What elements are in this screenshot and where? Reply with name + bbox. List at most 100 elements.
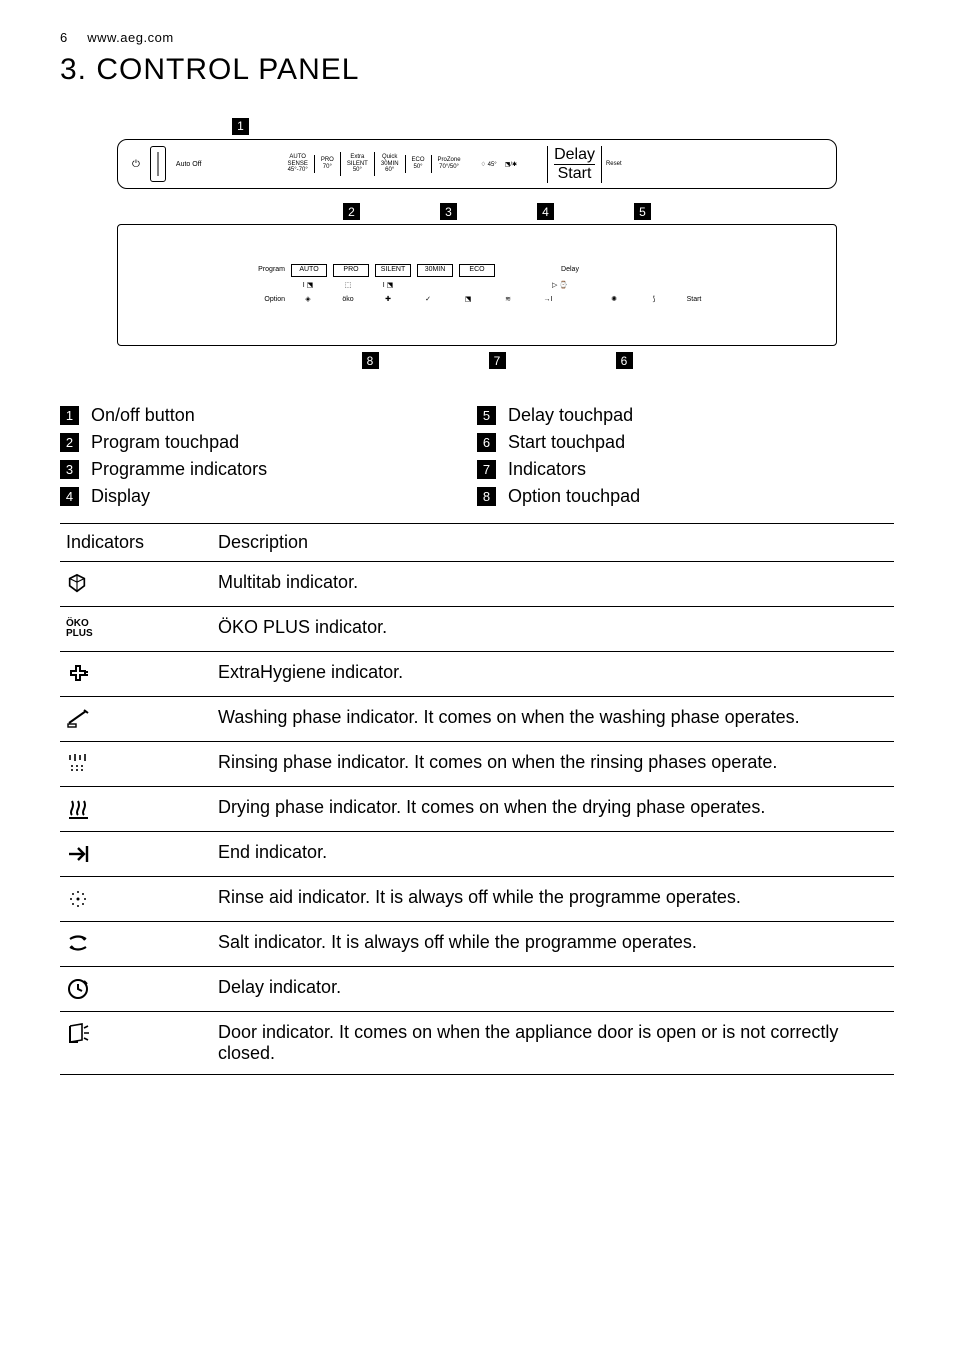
program-cell: PRO70° — [314, 155, 340, 172]
indicator-desc-cell: Washing phase indicator. It comes on whe… — [212, 697, 894, 742]
opt-icon-3: ✚ — [371, 295, 405, 305]
legend-text: Start touchpad — [508, 432, 625, 453]
legend-callout: 6 — [477, 433, 496, 452]
rinse-hold-icon: ⬔/✱ — [505, 161, 517, 168]
callout-7: 7 — [489, 352, 506, 369]
legend-callout: 2 — [60, 433, 79, 452]
legend-text: Display — [91, 486, 150, 507]
legend-callout: 1 — [60, 406, 79, 425]
detail-30min: 30MIN — [417, 264, 453, 276]
page-number: 6 — [60, 30, 67, 45]
indicator-desc-cell: ExtraHygiene indicator. — [212, 652, 894, 697]
delay-start-box: Delay Start — [547, 146, 602, 183]
auto-off-label: Auto Off — [176, 161, 202, 168]
detail-disp-3: I ⬔ — [371, 281, 405, 291]
legend-item: 1 On/off button — [60, 405, 477, 426]
indicator-icon-cell — [60, 697, 212, 742]
legend-item: 4 Display — [60, 486, 477, 507]
glass-45-label: ♢ 45° — [481, 161, 497, 168]
indicator-desc-cell: Delay indicator. — [212, 967, 894, 1012]
end-icon — [66, 843, 92, 865]
program-cell: ExtraSILENT50° — [340, 152, 374, 176]
rinse-aid-icon — [66, 887, 90, 911]
legend-item: 2Program touchpad — [60, 432, 477, 453]
detail-silent: SILENT — [375, 264, 411, 276]
legend-callout: 4 — [60, 487, 79, 506]
indicator-desc-cell: Rinsing phase indicator. It comes on whe… — [212, 742, 894, 787]
th-description: Description — [212, 524, 894, 562]
table-row: Drying phase indicator. It comes on when… — [60, 787, 894, 832]
callout-6: 6 — [616, 352, 633, 369]
opt-icon-4: ✓ — [411, 295, 445, 305]
callout-8: 8 — [362, 352, 379, 369]
indicator-desc-cell: ÖKO PLUS indicator. — [212, 607, 894, 652]
indicator-icon-cell — [60, 922, 212, 967]
program-cell: ProZone70°/50° — [431, 155, 467, 172]
indicator-icon-cell — [60, 562, 212, 607]
indicator-desc-cell: Multitab indicator. — [212, 562, 894, 607]
salt-icon — [66, 932, 90, 956]
opt-icon-8: ✺ — [597, 295, 631, 305]
rinse-phase-icon — [66, 752, 92, 776]
legend-text: Programme indicators — [91, 459, 267, 480]
legend-text: Delay touchpad — [508, 405, 633, 426]
detail-disp-1: I ⬔ — [291, 281, 325, 291]
dry-phase-icon — [66, 797, 92, 821]
start-label: Start — [554, 164, 595, 183]
callout-4: 4 — [537, 203, 554, 220]
delay-icon — [66, 977, 90, 1001]
indicator-icon-cell — [60, 1012, 212, 1075]
table-row: Delay indicator. — [60, 967, 894, 1012]
opt-icon-5: ⬔ — [451, 295, 485, 305]
legend-item: 7Indicators — [477, 459, 894, 480]
indicator-icon-cell — [60, 787, 212, 832]
legend-callout: 3 — [60, 460, 79, 479]
program-cell: ECO50° — [405, 155, 431, 172]
program-row-label: Program — [243, 266, 285, 274]
opt-icon-6: ≋ — [491, 295, 525, 305]
table-row: Door indicator. It comes on when the app… — [60, 1012, 894, 1075]
power-icon: ⏻ — [132, 159, 140, 170]
legend-item: 3 Programme indicators — [60, 459, 477, 480]
legend-callout: 8 — [477, 487, 496, 506]
indicator-icon-cell — [60, 832, 212, 877]
detail-pro: PRO — [333, 264, 369, 276]
legend-text: On/off button — [91, 405, 195, 426]
power-button-slot — [150, 146, 166, 182]
detail-eco: ECO — [459, 264, 495, 276]
option-row-label: Option — [243, 296, 285, 304]
legend-callout: 5 — [477, 406, 496, 425]
indicator-desc-cell: Drying phase indicator. It comes on when… — [212, 787, 894, 832]
reset-label: Reset — [606, 161, 622, 167]
callout-3: 3 — [440, 203, 457, 220]
legend-callout: 7 — [477, 460, 496, 479]
table-row: ÖKOPLUSÖKO PLUS indicator. — [60, 607, 894, 652]
table-row: End indicator. — [60, 832, 894, 877]
th-indicators: Indicators — [60, 524, 212, 562]
detail-auto: AUTO — [291, 264, 327, 276]
opt-icon-2: öko — [331, 295, 365, 305]
panel-detail-diagram: Program AUTO PRO SILENT 30MIN ECO Delay … — [117, 224, 837, 346]
detail-start: Start — [677, 295, 711, 305]
table-row: ExtraHygiene indicator. — [60, 652, 894, 697]
table-row: Rinse aid indicator. It is always off wh… — [60, 877, 894, 922]
section-heading: 3. CONTROL PANEL — [60, 53, 894, 87]
multitab-icon — [66, 573, 88, 595]
table-row: Washing phase indicator. It comes on whe… — [60, 697, 894, 742]
indicator-icon-cell — [60, 877, 212, 922]
legend: 1 On/off button 2Program touchpad 3 Programm… — [60, 399, 894, 513]
program-cell: Quick30MIN60° — [374, 152, 405, 176]
program-strip: AUTOSENSE45°-70°PRO70°ExtraSILENT50°Quic… — [281, 152, 466, 176]
heading-number: 3. — [60, 53, 87, 86]
table-row: Salt indicator. It is always off while t… — [60, 922, 894, 967]
detail-disp-2: ⬚ — [331, 281, 365, 291]
callout-5: 5 — [634, 203, 651, 220]
legend-item: 6 Start touchpad — [477, 432, 894, 453]
callout-1: 1 — [232, 118, 249, 135]
table-row: Multitab indicator. — [60, 562, 894, 607]
indicator-desc-cell: End indicator. — [212, 832, 894, 877]
legend-item: 5 Delay touchpad — [477, 405, 894, 426]
delay-label: Delay — [554, 146, 595, 164]
hygiene-icon — [66, 662, 90, 686]
heading-text: CONTROL PANEL — [96, 53, 359, 86]
